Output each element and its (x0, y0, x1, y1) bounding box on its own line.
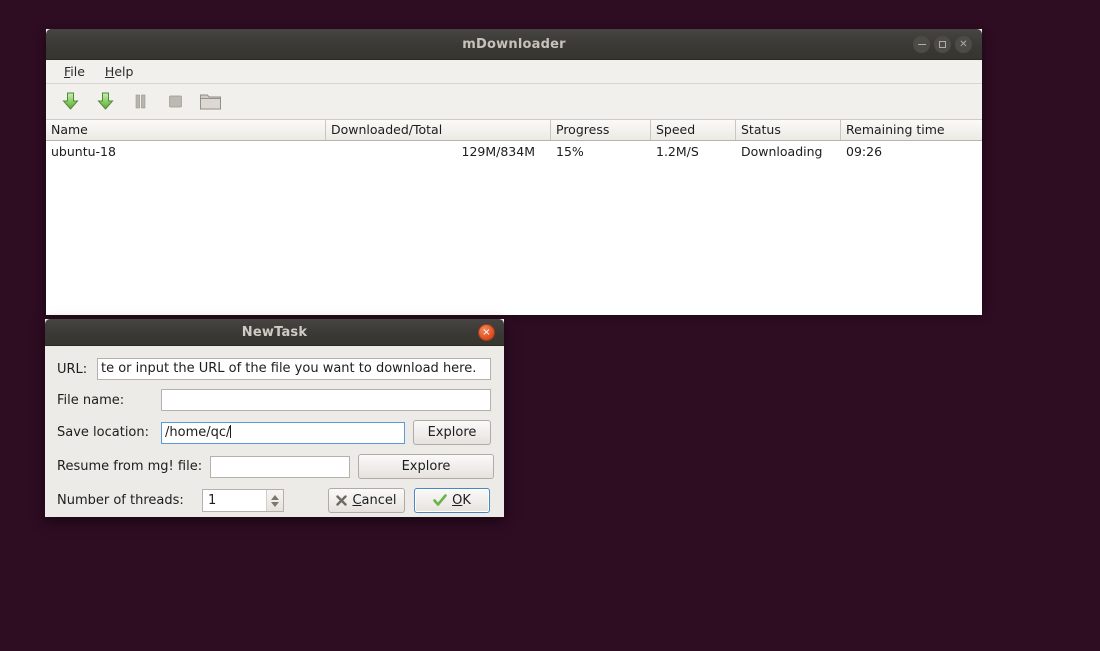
column-header-downloaded-total[interactable]: Downloaded/Total (326, 120, 551, 140)
column-header-name[interactable]: Name (46, 120, 326, 140)
minimize-icon (917, 43, 926, 46)
save-location-input[interactable]: /home/qc/ (161, 421, 405, 444)
url-row: URL: te or input the URL of the file you… (57, 358, 494, 380)
threads-label: Number of threads: (57, 493, 184, 508)
column-header-status[interactable]: Status (736, 120, 841, 140)
main-window-titlebar[interactable]: mDownloader ✕ (46, 29, 982, 60)
desktop-background: mDownloader ✕ File Help Name Downloaded/… (0, 0, 1100, 651)
spinner-arrows[interactable] (266, 490, 283, 511)
threads-spinner[interactable]: 1 (202, 489, 284, 512)
text-caret (230, 424, 232, 438)
file-name-input[interactable] (161, 389, 491, 411)
chevron-down-icon[interactable] (271, 501, 279, 507)
toolbar (46, 84, 982, 120)
maximize-button[interactable] (934, 36, 951, 53)
url-input[interactable]: te or input the URL of the file you want… (97, 358, 491, 380)
dialog-titlebar[interactable]: NewTask × (45, 319, 504, 346)
close-icon: ✕ (959, 38, 968, 50)
cell-progress: 15% (556, 144, 584, 159)
file-name-label: File name: (57, 392, 125, 408)
explore-resume-file-button[interactable]: Explore (358, 454, 494, 479)
dialog-title: NewTask (241, 325, 308, 340)
cell-status: Downloading (741, 144, 823, 159)
table-row[interactable]: ubuntu-18 129M/834M 15% 1.2M/S Downloadi… (46, 141, 982, 162)
threads-value: 1 (208, 493, 217, 508)
table-header-row: Name Downloaded/Total Progress Speed Sta… (46, 120, 982, 141)
explore-save-location-button[interactable]: Explore (413, 420, 491, 445)
column-header-progress[interactable]: Progress (551, 120, 651, 140)
save-location-value: /home/qc/ (165, 424, 231, 440)
cell-downloaded-total: 129M/834M (461, 144, 536, 159)
stop-icon[interactable] (163, 90, 187, 114)
dialog-close-button[interactable]: × (478, 324, 495, 341)
file-name-row: File name: (57, 389, 494, 411)
menubar: File Help (46, 60, 982, 84)
resume-file-input[interactable] (209, 455, 350, 478)
save-location-label: Save location: (57, 425, 150, 440)
resume-file-row: Resume from mg! file: Explore (57, 454, 494, 479)
open-folder-icon[interactable] (198, 90, 222, 114)
main-window: mDownloader ✕ File Help Name Downloaded/… (46, 29, 982, 315)
cell-remaining-time: 09:26 (846, 144, 883, 159)
cell-name: ubuntu-18 (51, 144, 116, 159)
menu-file[interactable]: File (56, 61, 93, 82)
ok-button[interactable]: OK (414, 488, 490, 513)
cross-icon (336, 495, 348, 506)
maximize-icon (939, 41, 946, 48)
table-body: ubuntu-18 129M/834M 15% 1.2M/S Downloadi… (46, 141, 982, 315)
ok-label: OK (452, 493, 471, 508)
url-label: URL: (57, 361, 88, 377)
column-header-remaining-time[interactable]: Remaining time (841, 120, 982, 140)
checkmark-icon (433, 494, 447, 506)
save-location-row: Save location: /home/qc/ Explore (57, 420, 494, 445)
close-icon: × (482, 327, 491, 338)
threads-row: Number of threads: 1 Cancel OK (57, 488, 494, 513)
newtask-dialog: NewTask × URL: te or input the URL of th… (45, 319, 504, 517)
pause-icon[interactable] (128, 90, 152, 114)
resume-file-label: Resume from mg! file: (57, 459, 203, 474)
cancel-label: Cancel (352, 493, 397, 508)
new-download-icon[interactable] (58, 90, 82, 114)
column-header-speed[interactable]: Speed (651, 120, 736, 140)
cell-speed: 1.2M/S (656, 144, 699, 159)
cancel-button[interactable]: Cancel (328, 488, 405, 513)
start-download-icon[interactable] (93, 90, 117, 114)
menu-help[interactable]: Help (97, 61, 142, 82)
dialog-body: URL: te or input the URL of the file you… (45, 346, 504, 523)
close-button[interactable]: ✕ (955, 36, 972, 53)
chevron-up-icon[interactable] (271, 494, 279, 500)
main-window-title: mDownloader (462, 37, 566, 52)
minimize-button[interactable] (913, 36, 930, 53)
window-controls: ✕ (913, 36, 972, 53)
